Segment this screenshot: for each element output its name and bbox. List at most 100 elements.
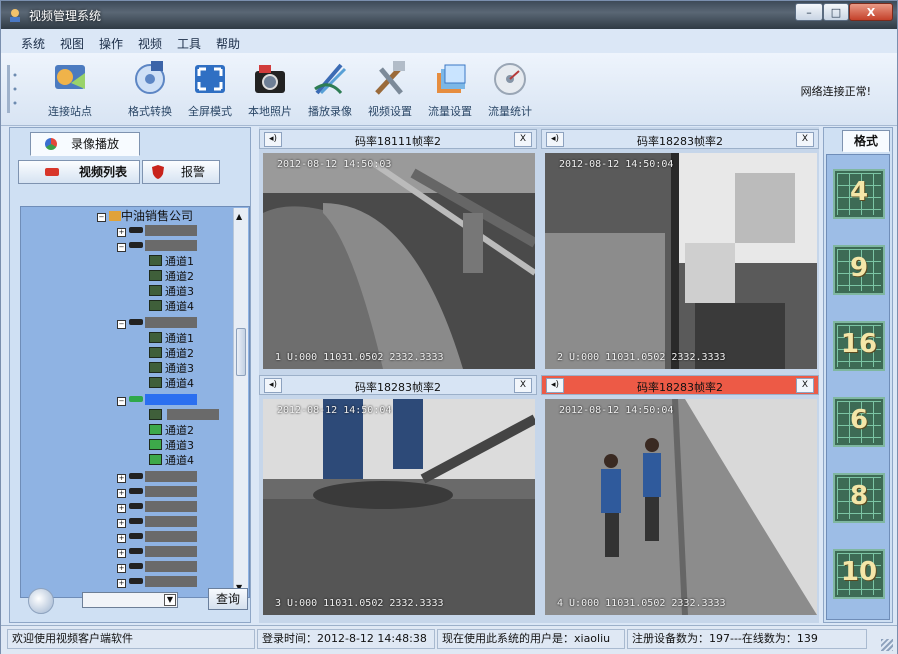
status-device-stats: 注册设备数为：197---在线数为：139 — [627, 629, 867, 649]
tree-channel[interactable]: 通道4 — [149, 300, 194, 314]
camera-channel-icon — [149, 270, 162, 281]
tree-scrollbar[interactable]: ▲ ▼ — [233, 208, 248, 596]
vehicle-icon — [129, 563, 143, 569]
close-button[interactable]: X — [849, 3, 893, 21]
tree-vehicle[interactable]: + — [117, 471, 197, 485]
video-frame-image — [263, 153, 535, 369]
tree-channel[interactable]: 通道3 — [149, 362, 194, 376]
layout-6-button[interactable]: 6 — [833, 397, 885, 447]
vehicle-select[interactable]: ▼ — [82, 592, 178, 608]
search-icon[interactable] — [28, 588, 54, 614]
fullscreen-icon — [195, 65, 225, 93]
chevron-down-icon[interactable]: ▼ — [164, 594, 176, 606]
video-feed[interactable]: 2012-08-12 14:50:04 4 U:000 11031.0502 2… — [545, 399, 817, 615]
tree-scrollbar-thumb[interactable] — [236, 328, 246, 376]
video-feed[interactable]: 2012-08-12 14:50:04 2 U:000 11031.0502 2… — [545, 153, 817, 369]
menu-help[interactable]: 帮助 — [216, 35, 240, 52]
tree-root[interactable]: − 中油销售公司 — [97, 209, 193, 223]
layout-10-button[interactable]: 10 — [833, 549, 885, 599]
layout-16-button[interactable]: 16 — [833, 321, 885, 371]
video-header-alert: ◂) 码率18283帧率2 X — [541, 375, 819, 395]
speaker-icon[interactable]: ◂) — [546, 378, 564, 393]
vehicle-icon — [129, 473, 143, 479]
toolbar-play-recording[interactable]: 播放录像 — [299, 59, 361, 123]
speaker-icon[interactable]: ◂) — [264, 132, 282, 147]
speaker-icon[interactable]: ◂) — [546, 132, 564, 147]
tree-vehicle[interactable]: + — [117, 501, 197, 515]
query-button[interactable]: 查询 — [208, 588, 248, 610]
traffic-settings-icon — [437, 64, 466, 93]
resize-grip-icon[interactable] — [881, 639, 893, 651]
tab-video-list[interactable]: 视频列表 — [18, 160, 140, 184]
layout-4-button[interactable]: 4 — [833, 169, 885, 219]
tree-channel[interactable]: 通道3 — [149, 285, 194, 299]
tree-channel[interactable]: 通道1 — [149, 255, 194, 269]
video-close-button[interactable]: X — [796, 378, 814, 393]
vehicle-icon — [129, 548, 143, 554]
vehicle-icon — [129, 518, 143, 524]
toolbar-traffic-settings[interactable]: 流量设置 — [419, 59, 481, 123]
vehicle-icon — [129, 319, 143, 325]
tree-vehicle[interactable]: − — [117, 317, 197, 331]
tree-vehicle[interactable]: + — [117, 546, 197, 560]
tree-vehicle[interactable]: + — [117, 531, 197, 545]
layout-8-button[interactable]: 8 — [833, 473, 885, 523]
menu-operate[interactable]: 操作 — [99, 35, 123, 52]
video-panel-1[interactable]: ◂) 码率18111帧率2 X 2012-08-12 14:50:03 1 U:… — [259, 129, 537, 373]
video-panel-3[interactable]: ◂) 码率18283帧率2 X 2012-08-12 14:50:04 3 U:… — [259, 375, 537, 619]
camera-channel-icon — [149, 332, 162, 343]
tab-format[interactable]: 格式 — [842, 130, 890, 152]
menu-tools[interactable]: 工具 — [177, 35, 201, 52]
search-bar: ▼ 查询 — [10, 572, 250, 622]
title-bar: 视频管理系统 – □ X — [1, 1, 897, 29]
tree-channel[interactable]: 通道1 — [149, 332, 194, 346]
tree-channel[interactable] — [149, 409, 219, 423]
layout-9-button[interactable]: 9 — [833, 245, 885, 295]
tree-vehicle[interactable]: + — [117, 516, 197, 530]
video-header: ◂) 码率18283帧率2 X — [541, 129, 819, 149]
tree-channel[interactable]: 通道2 — [149, 347, 194, 361]
device-tree[interactable]: − 中油销售公司 + − 通道1 通道2 通道3 通道4 − 通道1 通道2 通道… — [20, 206, 250, 598]
tree-channel[interactable]: 通道2 — [149, 270, 194, 284]
minimize-button[interactable]: – — [795, 3, 823, 21]
tools-icon — [375, 61, 405, 95]
left-panel: 录像播放 视频列表 报警 − 中油销售公司 + − 通道1 通道2 通道3 通道4… — [9, 127, 251, 623]
menu-system[interactable]: 系统 — [21, 35, 45, 52]
video-feed[interactable]: 2012-08-12 14:50:03 1 U:000 11031.0502 2… — [263, 153, 535, 369]
toolbar-format-convert[interactable]: 格式转换 — [119, 59, 181, 123]
tree-channel[interactable]: 通道4 — [149, 454, 194, 468]
vehicle-icon — [129, 503, 143, 509]
scroll-up-icon[interactable]: ▲ — [236, 212, 242, 221]
video-close-button[interactable]: X — [514, 378, 532, 393]
video-frame-image — [545, 399, 817, 615]
speaker-icon[interactable]: ◂) — [264, 378, 282, 393]
play-recording-icon — [314, 63, 347, 95]
tree-vehicle-selected[interactable]: − — [117, 394, 197, 408]
tree-channel[interactable]: 通道4 — [149, 377, 194, 391]
video-close-button[interactable]: X — [514, 132, 532, 147]
toolbar-connect-site[interactable]: 连接站点 — [39, 59, 101, 123]
vehicle-icon — [129, 227, 143, 233]
toolbar-fullscreen[interactable]: 全屏模式 — [179, 59, 241, 123]
video-panel-2[interactable]: ◂) 码率18283帧率2 X 2012-08-12 14:50:04 2 U:… — [541, 129, 819, 373]
toolbar-local-photo[interactable]: 本地照片 — [239, 59, 301, 123]
tab-playback[interactable]: 录像播放 — [30, 132, 140, 156]
toolbar-traffic-stats[interactable]: 流量统计 — [479, 59, 541, 123]
video-feed[interactable]: 2012-08-12 14:50:04 3 U:000 11031.0502 2… — [263, 399, 535, 615]
tree-vehicle[interactable]: + — [117, 486, 197, 500]
tree-channel[interactable]: 通道2 — [149, 424, 194, 438]
camera-channel-icon — [149, 300, 162, 311]
video-panel-4[interactable]: ◂) 码率18283帧率2 X 2012-08-12 14:50:04 4 U:… — [541, 375, 819, 619]
menu-view[interactable]: 视图 — [60, 35, 84, 52]
tab-alarm[interactable]: 报警 — [142, 160, 220, 184]
tree-vehicle[interactable]: + — [117, 225, 197, 239]
status-current-user: 现在使用此系统的用户是：xiaoliu — [437, 629, 625, 649]
format-convert-icon — [135, 61, 165, 94]
maximize-button[interactable]: □ — [823, 3, 849, 21]
menu-video[interactable]: 视频 — [138, 35, 162, 52]
toolbar-video-settings[interactable]: 视频设置 — [359, 59, 421, 123]
tree-vehicle[interactable]: − — [117, 240, 197, 254]
tree-channel[interactable]: 通道3 — [149, 439, 194, 453]
video-frame-image — [263, 399, 535, 615]
video-close-button[interactable]: X — [796, 132, 814, 147]
